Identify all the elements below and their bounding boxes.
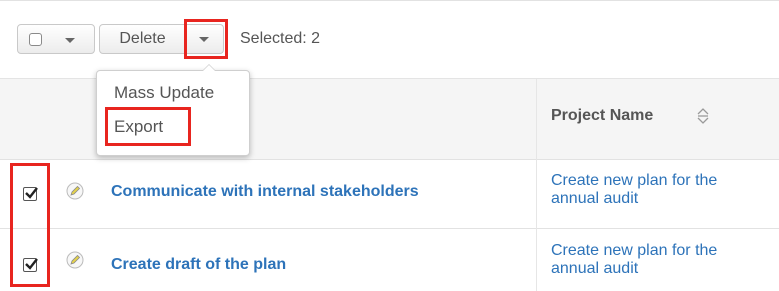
- highlight-actions-caret: [184, 19, 228, 59]
- chevron-down-icon[interactable]: [65, 38, 75, 43]
- sort-icon[interactable]: [697, 106, 709, 126]
- task-name-link[interactable]: Create draft of the plan: [111, 256, 286, 274]
- highlight-row-checkboxes: [10, 163, 50, 287]
- dropdown-pointer-inner: [203, 65, 215, 71]
- menu-item-mass-update[interactable]: Mass Update: [114, 83, 214, 103]
- project-name-line: annual audit: [551, 260, 639, 277]
- highlight-export-item: [105, 107, 191, 146]
- selected-count: Selected: 2: [240, 30, 321, 47]
- pencil-icon[interactable]: [66, 182, 84, 200]
- checkbox-icon[interactable]: [29, 33, 42, 46]
- project-name-link[interactable]: Create new plan for the annual audit: [551, 172, 776, 208]
- project-name-link[interactable]: Create new plan for the annual audit: [551, 242, 776, 278]
- table-row[interactable]: Create draft of the plan Create new plan…: [0, 230, 779, 291]
- column-header-project-name[interactable]: Project Name: [551, 107, 653, 125]
- table-row[interactable]: Communicate with internal stakeholders C…: [0, 160, 779, 229]
- delete-button[interactable]: Delete: [99, 24, 186, 54]
- project-name-line: Create new plan for the: [551, 172, 718, 189]
- task-name-link[interactable]: Communicate with internal stakeholders: [111, 183, 419, 201]
- select-all-button-group[interactable]: [17, 24, 95, 54]
- column-divider: [536, 79, 537, 291]
- pencil-icon[interactable]: [66, 251, 84, 269]
- project-name-line: annual audit: [551, 190, 639, 207]
- project-name-line: Create new plan for the: [551, 242, 718, 259]
